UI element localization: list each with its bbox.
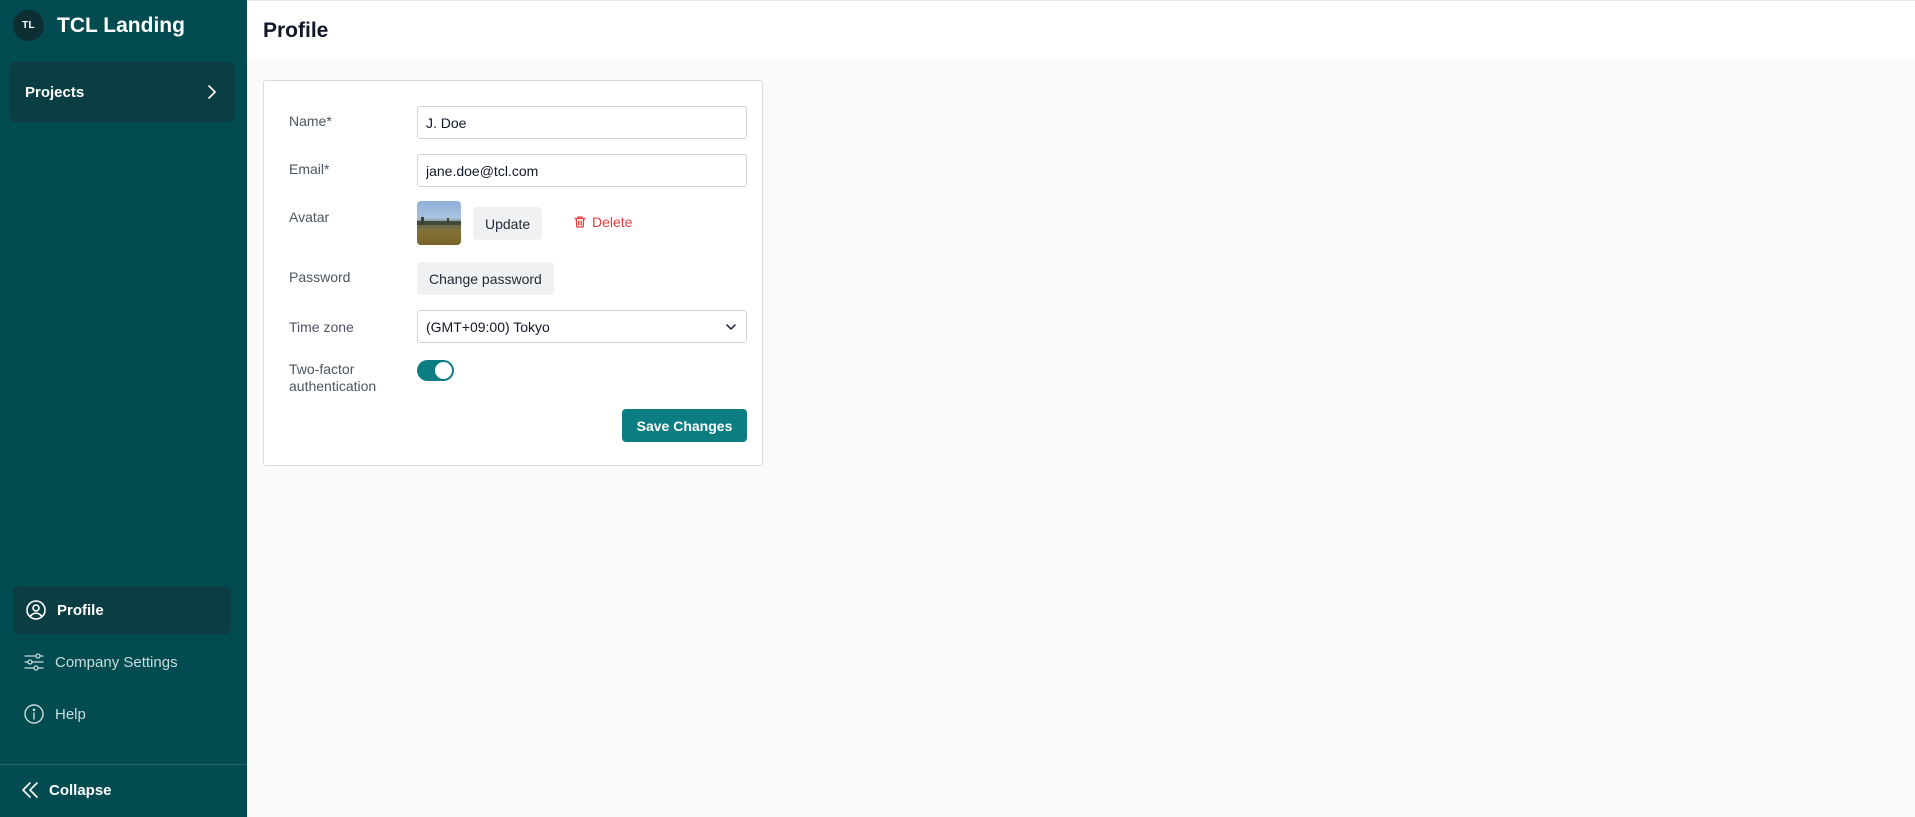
profile-form-card: Name* Email* Avatar Update Delete Passwo… bbox=[263, 80, 763, 466]
sidebar-item-label: Company Settings bbox=[55, 653, 178, 671]
twofa-label-line1: Two-factor bbox=[289, 361, 355, 377]
page-title: Profile bbox=[263, 19, 329, 42]
user-circle-icon bbox=[26, 600, 46, 620]
toggle-knob bbox=[435, 362, 452, 379]
collapse-button[interactable]: Collapse bbox=[20, 780, 112, 800]
twofa-toggle[interactable] bbox=[417, 360, 454, 381]
email-input[interactable] bbox=[417, 154, 747, 187]
avatar-update-button[interactable]: Update bbox=[473, 207, 543, 240]
email-label: Email* bbox=[289, 161, 330, 177]
chevrons-left-icon bbox=[22, 782, 38, 798]
name-label: Name* bbox=[289, 113, 332, 129]
avatar-image bbox=[417, 217, 461, 245]
sidebar-item-label: Help bbox=[55, 705, 86, 723]
top-bar: Profile bbox=[247, 0, 1915, 60]
brand-avatar: TL bbox=[13, 10, 44, 41]
twofa-label: Two-factor authentication bbox=[289, 361, 376, 395]
sidebar-item-label: Projects bbox=[25, 83, 85, 101]
sidebar: TL TCL Landing Projects Profile Company … bbox=[0, 0, 247, 817]
change-password-button[interactable]: Change password bbox=[417, 262, 554, 295]
avatar-label: Avatar bbox=[289, 209, 330, 225]
brand-name: TCL Landing bbox=[57, 13, 185, 37]
twofa-label-line2: authentication bbox=[289, 378, 377, 394]
sidebar-item-projects[interactable]: Projects bbox=[9, 62, 235, 122]
info-icon bbox=[24, 704, 44, 724]
chevron-down-icon bbox=[726, 323, 736, 330]
timezone-value: (GMT+09:00) Tokyo bbox=[426, 318, 550, 335]
sidebar-item-profile[interactable]: Profile bbox=[13, 586, 231, 634]
delete-label: Delete bbox=[592, 214, 633, 230]
avatar bbox=[417, 201, 461, 245]
save-changes-button[interactable]: Save Changes bbox=[622, 409, 747, 442]
sidebar-item-company-settings[interactable]: Company Settings bbox=[13, 638, 231, 686]
sidebar-nav: Profile Company Settings Help bbox=[13, 586, 231, 742]
collapse-label: Collapse bbox=[49, 781, 112, 799]
timezone-label: Time zone bbox=[289, 319, 354, 335]
sidebar-divider bbox=[0, 764, 247, 765]
timezone-select[interactable]: (GMT+09:00) Tokyo bbox=[417, 310, 747, 343]
chevron-right-icon bbox=[208, 85, 216, 99]
brand[interactable]: TL TCL Landing bbox=[13, 10, 185, 41]
sidebar-item-label: Profile bbox=[57, 601, 104, 619]
trash-icon bbox=[574, 216, 586, 228]
sidebar-item-help[interactable]: Help bbox=[13, 690, 231, 738]
name-input[interactable] bbox=[417, 106, 747, 139]
avatar-delete-button[interactable]: Delete bbox=[573, 207, 632, 237]
sliders-icon bbox=[24, 653, 44, 671]
password-label: Password bbox=[289, 269, 351, 285]
